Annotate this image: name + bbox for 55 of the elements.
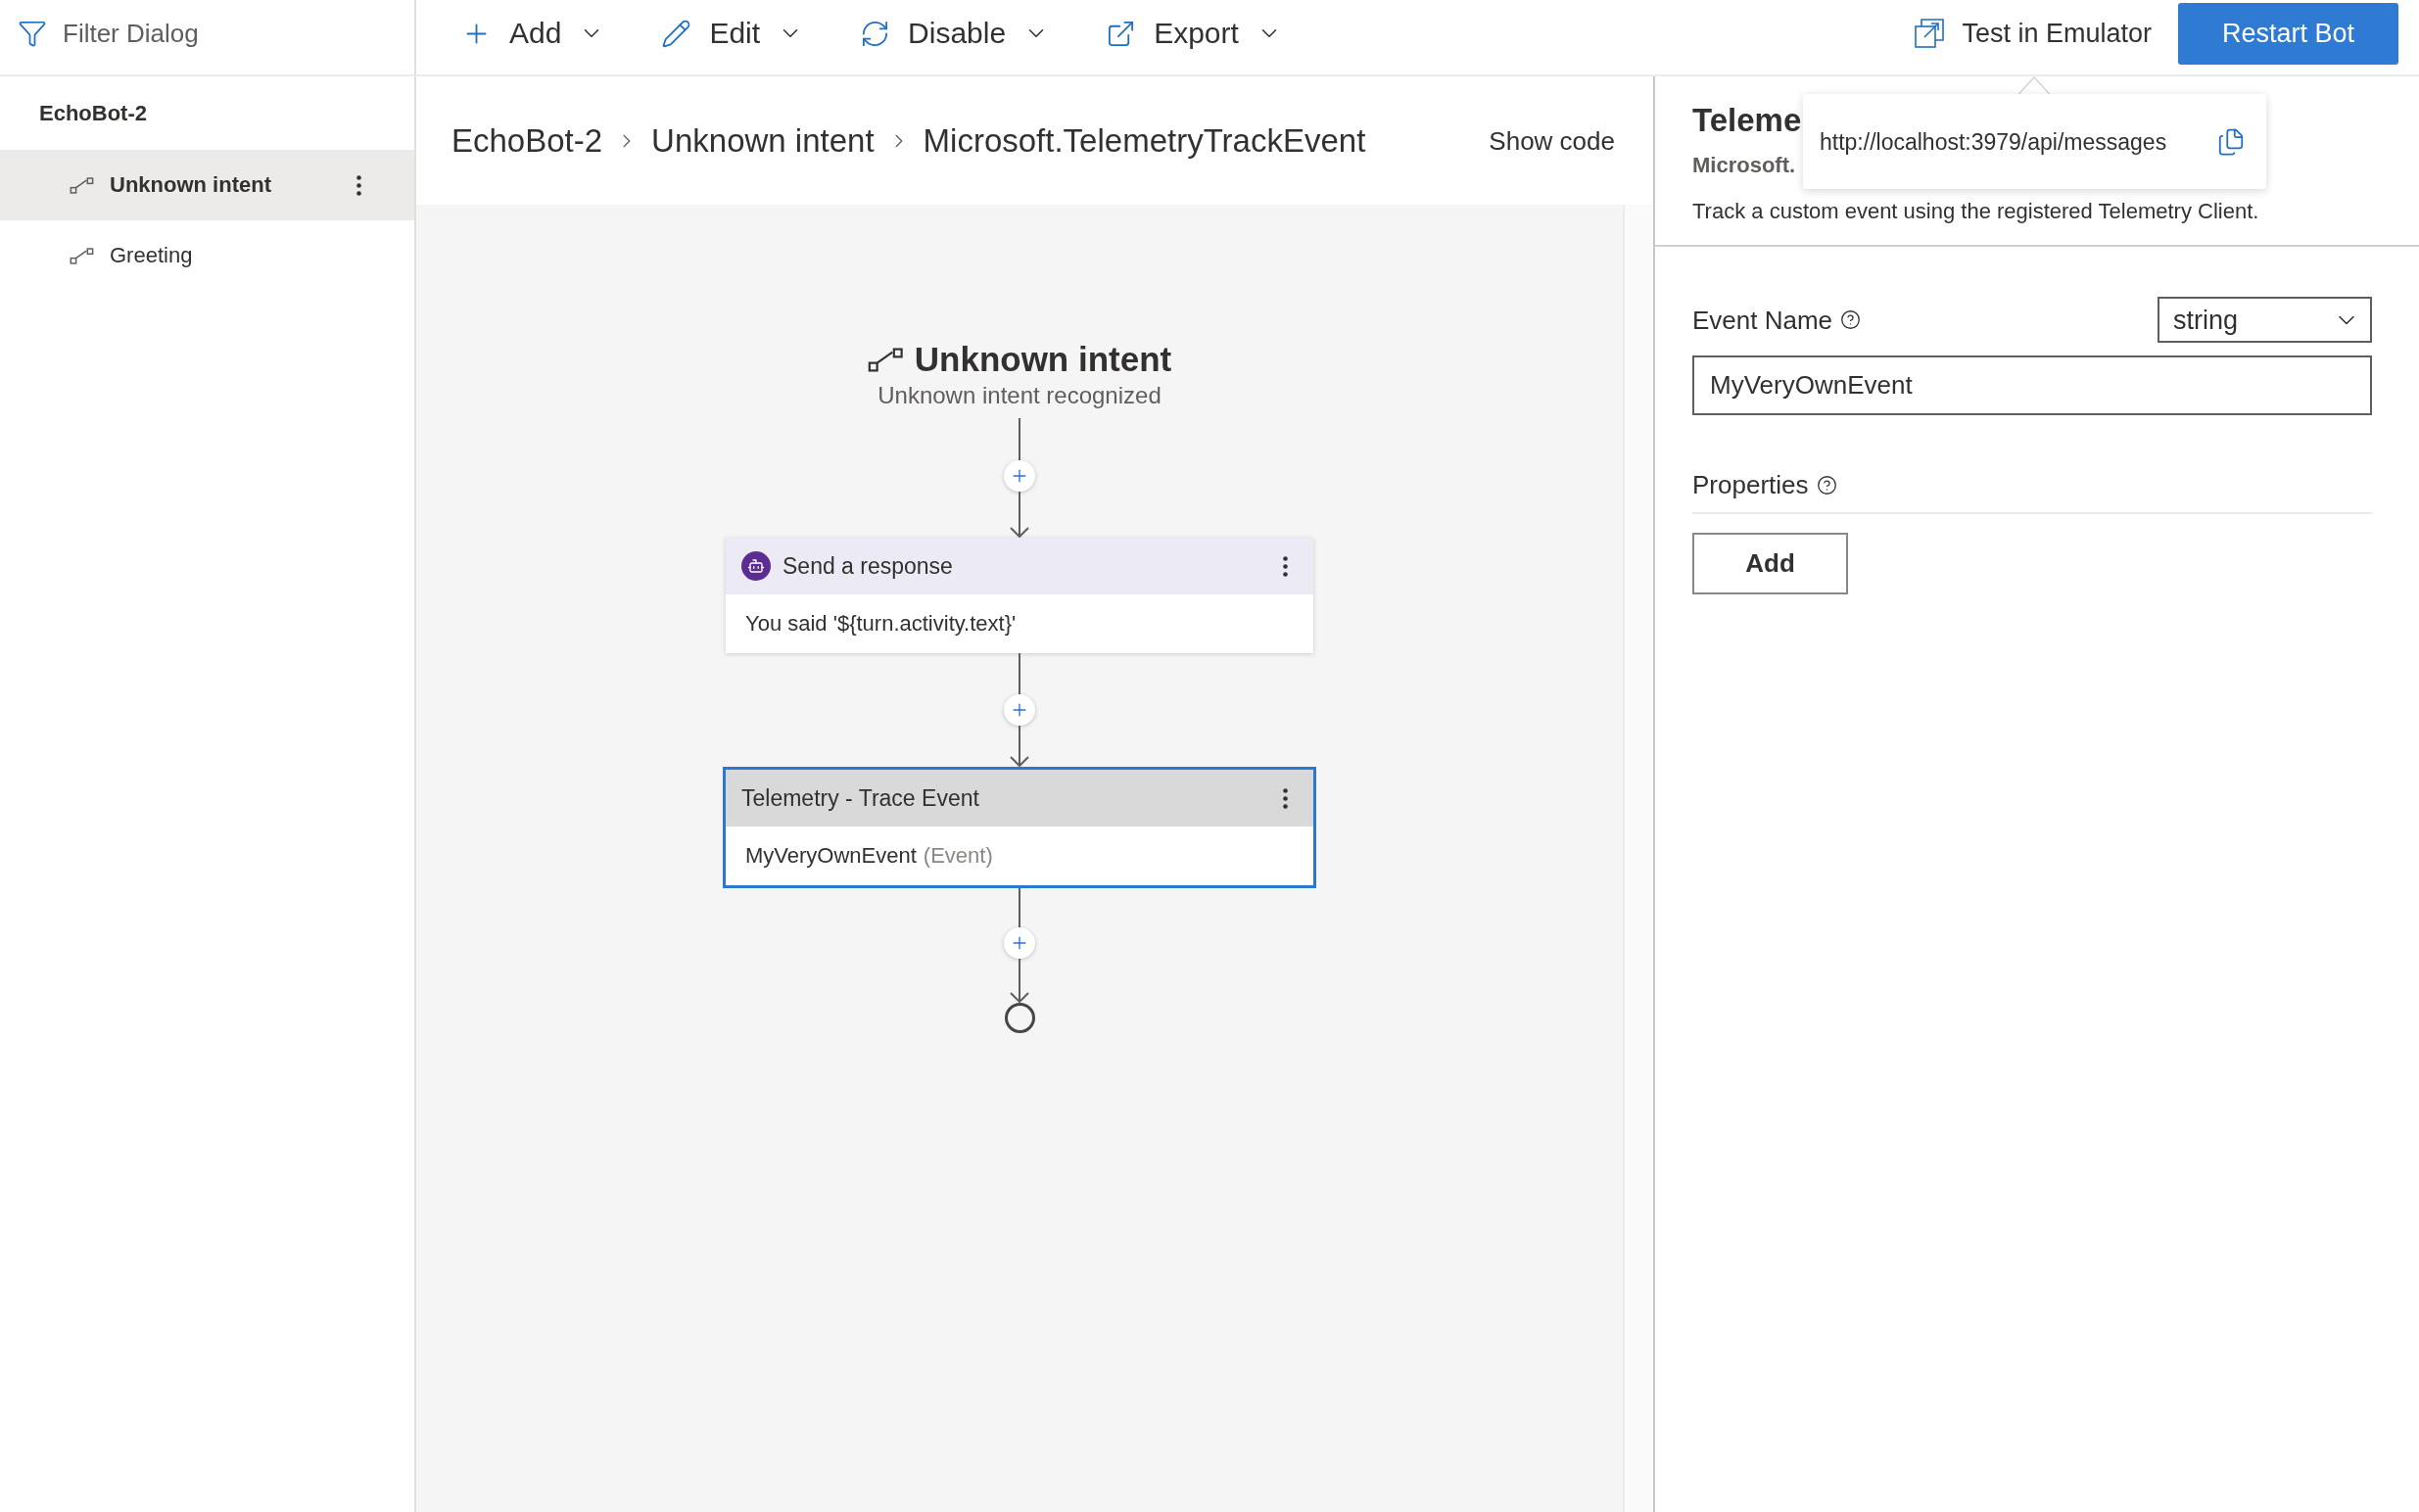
dialog-item[interactable]: Unknown intent [0, 150, 414, 220]
more-icon [1282, 555, 1288, 577]
more-icon [356, 174, 361, 196]
card-body-note: (Event) [923, 842, 993, 870]
toolbar-menu-button[interactable]: Edit [661, 15, 804, 52]
field-label: Properties [1692, 469, 1809, 501]
field-label: Event Name [1692, 304, 1833, 337]
filter-icon [18, 19, 47, 48]
toolbar-menu-button[interactable]: Disable [860, 15, 1050, 52]
breadcrumb-link[interactable]: EchoBot-2 [451, 119, 603, 162]
more-icon [1282, 787, 1288, 809]
action-card[interactable]: Send a response You said '${turn.activity.text}' [726, 538, 1313, 653]
add-step-button[interactable] [1004, 460, 1035, 492]
help-icon [1840, 309, 1862, 330]
panel-title: Teleme [1692, 101, 1802, 140]
panel-subtitle: Microsoft. [1692, 152, 1796, 179]
breadcrumb-link[interactable]: Unknown intent [651, 119, 875, 162]
show-code-button[interactable]: Show code [1489, 123, 1615, 158]
add-step-button[interactable] [1004, 694, 1035, 726]
test-in-emulator-button[interactable]: Test in Emulator [1914, 17, 2152, 50]
panel-description: Track a custom event using the registered Telemetry Client. [1692, 198, 2259, 225]
copy-icon [2216, 126, 2246, 157]
card-title: Send a response [783, 552, 953, 581]
add-step-button[interactable] [1004, 927, 1035, 959]
type-dropdown[interactable]: string [2158, 297, 2372, 343]
card-title: Telemetry - Trace Event [741, 784, 979, 813]
add-property-button[interactable]: Add [1692, 533, 1848, 594]
card-body-text: You said '${turn.activity.text}' [745, 610, 1017, 638]
toolbar-menu-button[interactable]: Add [461, 15, 605, 52]
bot-icon [741, 551, 771, 581]
bot-name: EchoBot-2 [39, 99, 147, 127]
text-input-field[interactable]: MyVeryOwnEvent [1692, 355, 2372, 415]
endpoint-url: http://localhost:3979/api/messages [1820, 127, 2167, 157]
trigger-title: Unknown intent [914, 339, 1172, 380]
node-link-icon [70, 176, 95, 194]
node-link-icon [70, 247, 95, 264]
connector-line [1018, 653, 1021, 694]
breadcrumb-link[interactable]: Microsoft.TelemetryTrackEvent [923, 119, 1366, 162]
window-arrow-icon [1914, 18, 1946, 49]
help-icon [1816, 474, 1837, 496]
action-card[interactable]: Telemetry - Trace Event MyVeryOwnEvent (Event) [723, 767, 1316, 888]
scrollbar-track[interactable] [1623, 205, 1653, 1512]
trigger-subtitle: Unknown intent recognized [877, 381, 1162, 410]
connector-line [1018, 418, 1021, 460]
flow-end-marker [1004, 1003, 1035, 1033]
pencil-icon [661, 18, 692, 49]
connector-arrow [1009, 492, 1030, 538]
connector-arrow [1009, 726, 1030, 767]
filter-field[interactable]: Filter Dialog [63, 12, 376, 55]
toolbar-menu-button[interactable]: Export [1106, 15, 1282, 52]
card-body-text: MyVeryOwnEvent [745, 842, 917, 870]
connector-arrow [1009, 959, 1030, 1003]
connector-line [1018, 888, 1021, 927]
node-link-icon [867, 347, 905, 372]
restart-bot-button[interactable]: Restart Bot [2178, 2, 2398, 65]
